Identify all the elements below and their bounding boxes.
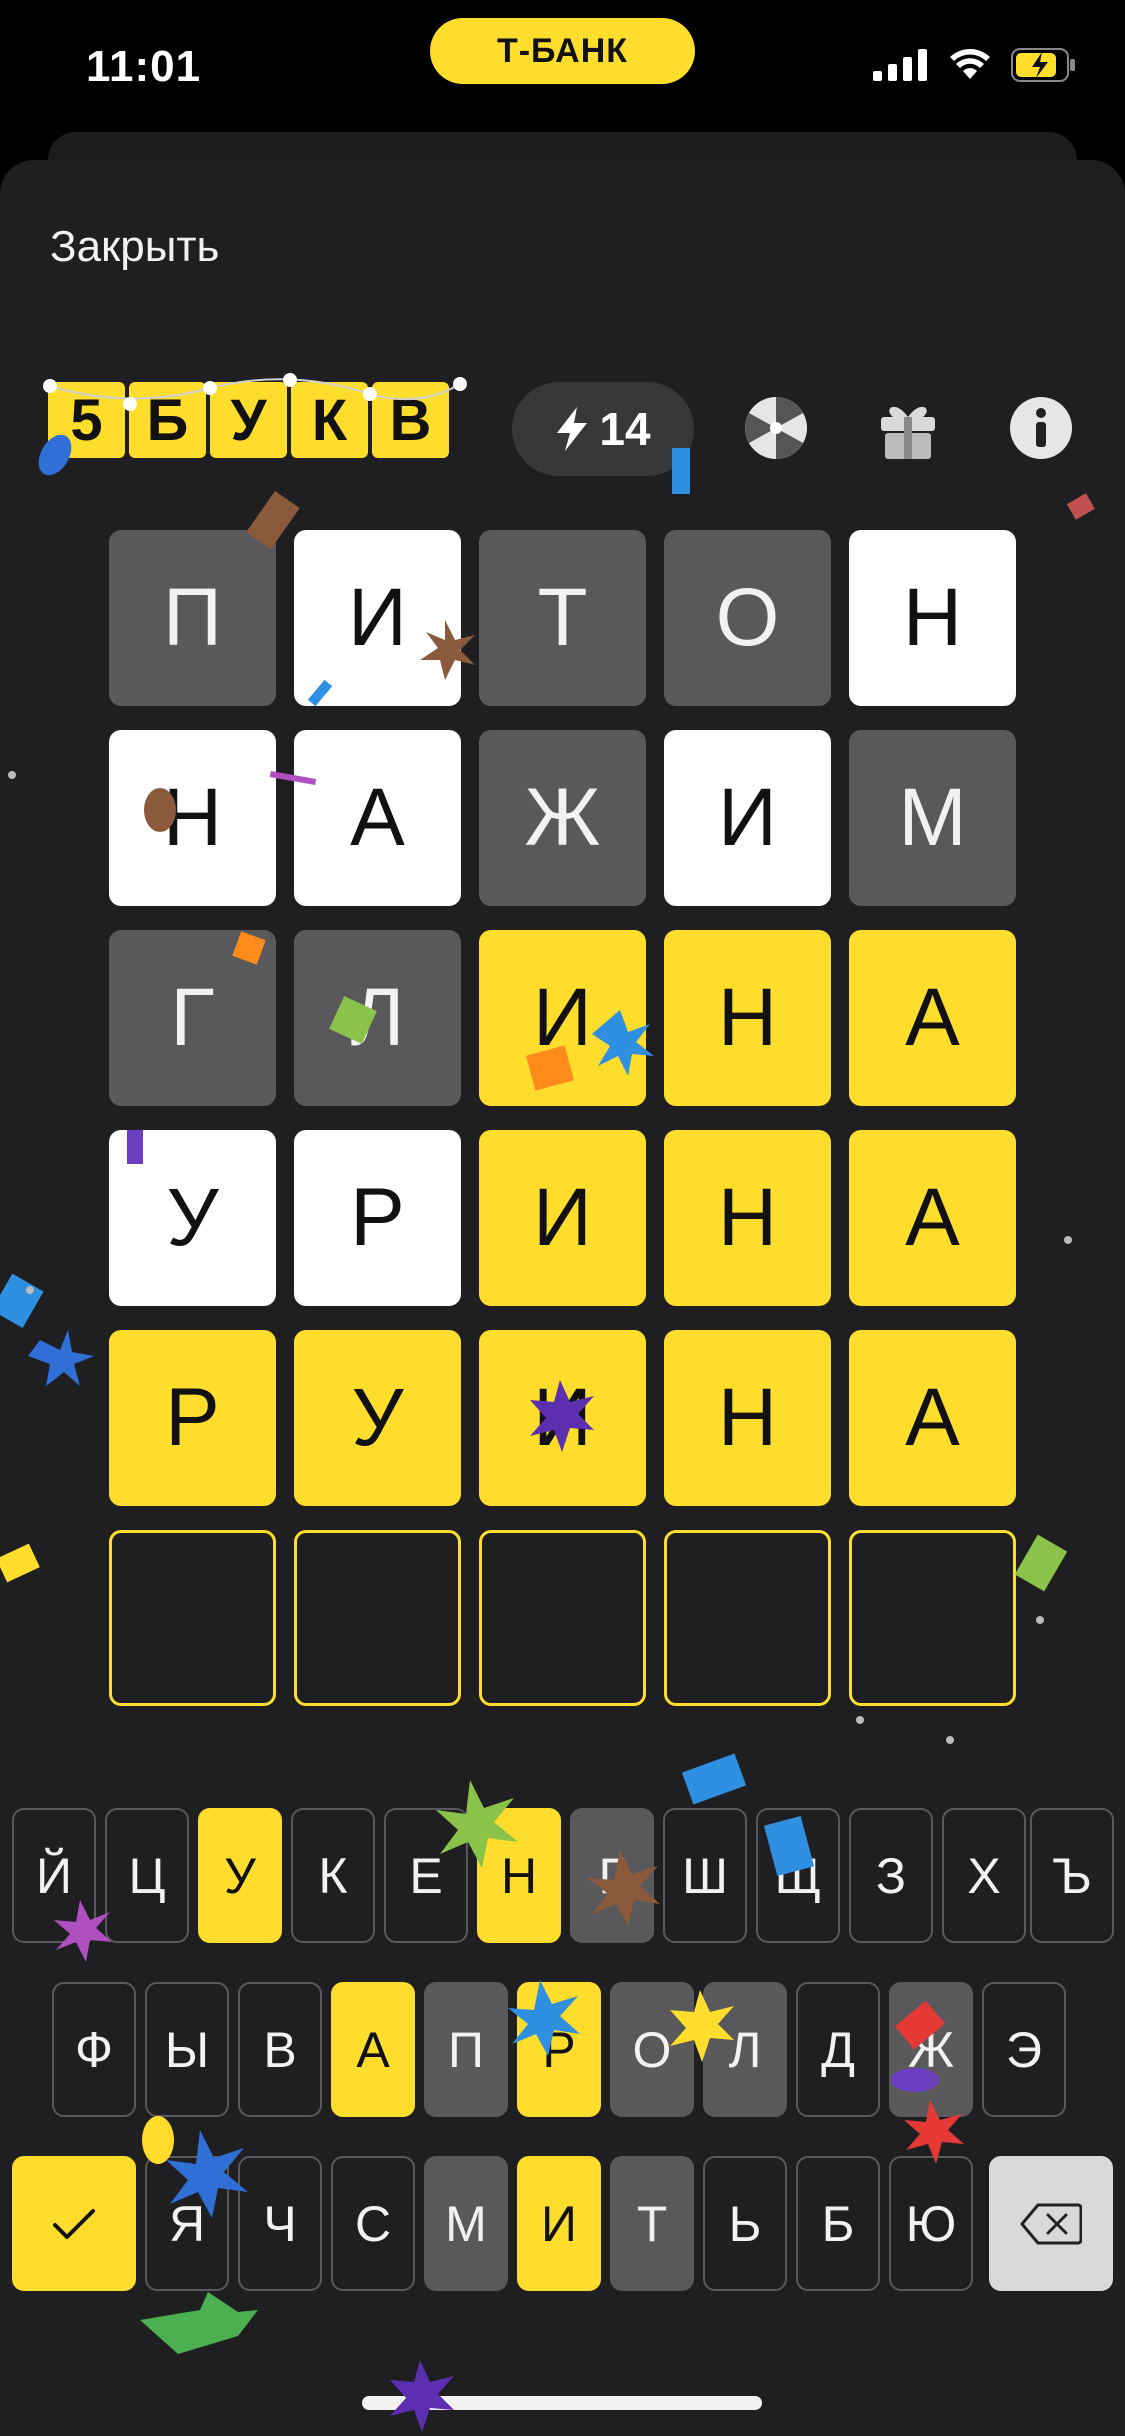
key[interactable]: Ш [663,1808,747,1943]
board-cell: И [479,930,646,1106]
key[interactable]: И [517,2156,601,2291]
battery-icon [1011,48,1075,82]
board-cell: Ж [479,730,646,906]
board-cell: Н [664,1330,831,1506]
close-button[interactable]: Закрыть [50,222,219,272]
key[interactable]: М [424,2156,508,2291]
key[interactable]: Э [982,1982,1066,2117]
keyboard-row: Й Ц У К Е Н Г Ш Щ З Х Ъ [0,1808,1125,1946]
board-cell: О [664,530,831,706]
board-row-active [109,1530,1017,1706]
key[interactable]: Т [610,2156,694,2291]
key[interactable]: Г [570,1808,654,1943]
board-cell: Г [109,930,276,1106]
board-cell: И [294,530,461,706]
energy-count: 14 [599,403,651,455]
key[interactable]: Д [796,1982,880,2117]
board-cell-empty [849,1530,1016,1706]
info-button[interactable] [1005,392,1077,464]
gift-button[interactable] [872,392,944,464]
board-cell: У [294,1330,461,1506]
wifi-icon [950,49,990,79]
key[interactable]: Ц [105,1808,189,1943]
key[interactable]: А [331,1982,415,2117]
key[interactable]: Ж [889,1982,973,2117]
key[interactable]: З [849,1808,933,1943]
key[interactable]: У [198,1808,282,1943]
key[interactable]: Я [145,2156,229,2291]
key[interactable]: К [291,1808,375,1943]
key[interactable]: Е [384,1808,468,1943]
key[interactable]: В [238,1982,322,2117]
wheel-icon [745,397,807,459]
board-cell: П [109,530,276,706]
backspace-button[interactable] [989,2156,1113,2291]
key[interactable]: Х [942,1808,1026,1943]
submit-button[interactable] [12,2156,136,2291]
board-cell: Н [664,930,831,1106]
key[interactable]: Ъ [1030,1808,1114,1943]
checkmark-icon [53,2208,95,2239]
status-bar: 11:01 Т-БАНК [0,0,1125,140]
board-cell: Н [109,730,276,906]
key[interactable]: Й [12,1808,96,1943]
wheel-button[interactable] [740,392,812,464]
board-cell: Н [849,530,1016,706]
game-board: П И Т О Н Н А Ж И М Г Л И Н А У Р И Н А … [109,530,1017,1730]
keyboard-row: Я Ч С М И Т Ь Б Ю [0,2156,1125,2294]
board-cell: Л [294,930,461,1106]
gift-icon [881,406,935,459]
board-cell: М [849,730,1016,906]
key[interactable]: П [424,1982,508,2117]
board-row: Г Л И Н А [109,930,1017,1106]
key[interactable]: Р [517,1982,601,2117]
key[interactable]: Ч [238,2156,322,2291]
key[interactable]: Ы [145,1982,229,2117]
board-cell: Н [664,1130,831,1306]
board-cell: Т [479,530,646,706]
energy-counter[interactable]: 14 [512,382,694,476]
key[interactable]: Ю [889,2156,973,2291]
board-cell: Р [294,1130,461,1306]
board-row: Н А Ж И М [109,730,1017,906]
signal-icon [873,49,927,81]
board-cell: А [849,1330,1016,1506]
board-cell: Р [109,1330,276,1506]
backspace-icon [1020,2203,1082,2244]
string-lights-icon [43,373,467,411]
key[interactable]: С [331,2156,415,2291]
board-cell-empty [664,1530,831,1706]
board-cell: А [849,930,1016,1106]
board-cell-empty [109,1530,276,1706]
keyboard-row: Ф Ы В А П Р О Л Д Ж Э [0,1982,1125,2120]
key[interactable]: Щ [756,1808,840,1943]
key[interactable]: Ь [703,2156,787,2291]
board-row: П И Т О Н [109,530,1017,706]
key[interactable]: Л [703,1982,787,2117]
info-icon [1010,397,1072,459]
lightning-icon [557,407,588,451]
bank-pill[interactable]: Т-БАНК [430,18,695,84]
board-cell: У [109,1130,276,1306]
home-indicator [362,2396,762,2410]
status-time: 11:01 [86,42,202,91]
status-icons [873,48,1077,82]
board-cell: И [479,1130,646,1306]
key[interactable]: Н [477,1808,561,1943]
game-header: 5 Б У К В 14 [0,370,1125,476]
board-cell: И [664,730,831,906]
board-cell: И [479,1330,646,1506]
key[interactable]: Ф [52,1982,136,2117]
board-row: Р У И Н А [109,1330,1017,1506]
board-row: У Р И Н А [109,1130,1017,1306]
board-cell-empty [294,1530,461,1706]
key[interactable]: О [610,1982,694,2117]
key[interactable]: Б [796,2156,880,2291]
board-cell-empty [479,1530,646,1706]
board-cell: А [294,730,461,906]
board-cell: А [849,1130,1016,1306]
